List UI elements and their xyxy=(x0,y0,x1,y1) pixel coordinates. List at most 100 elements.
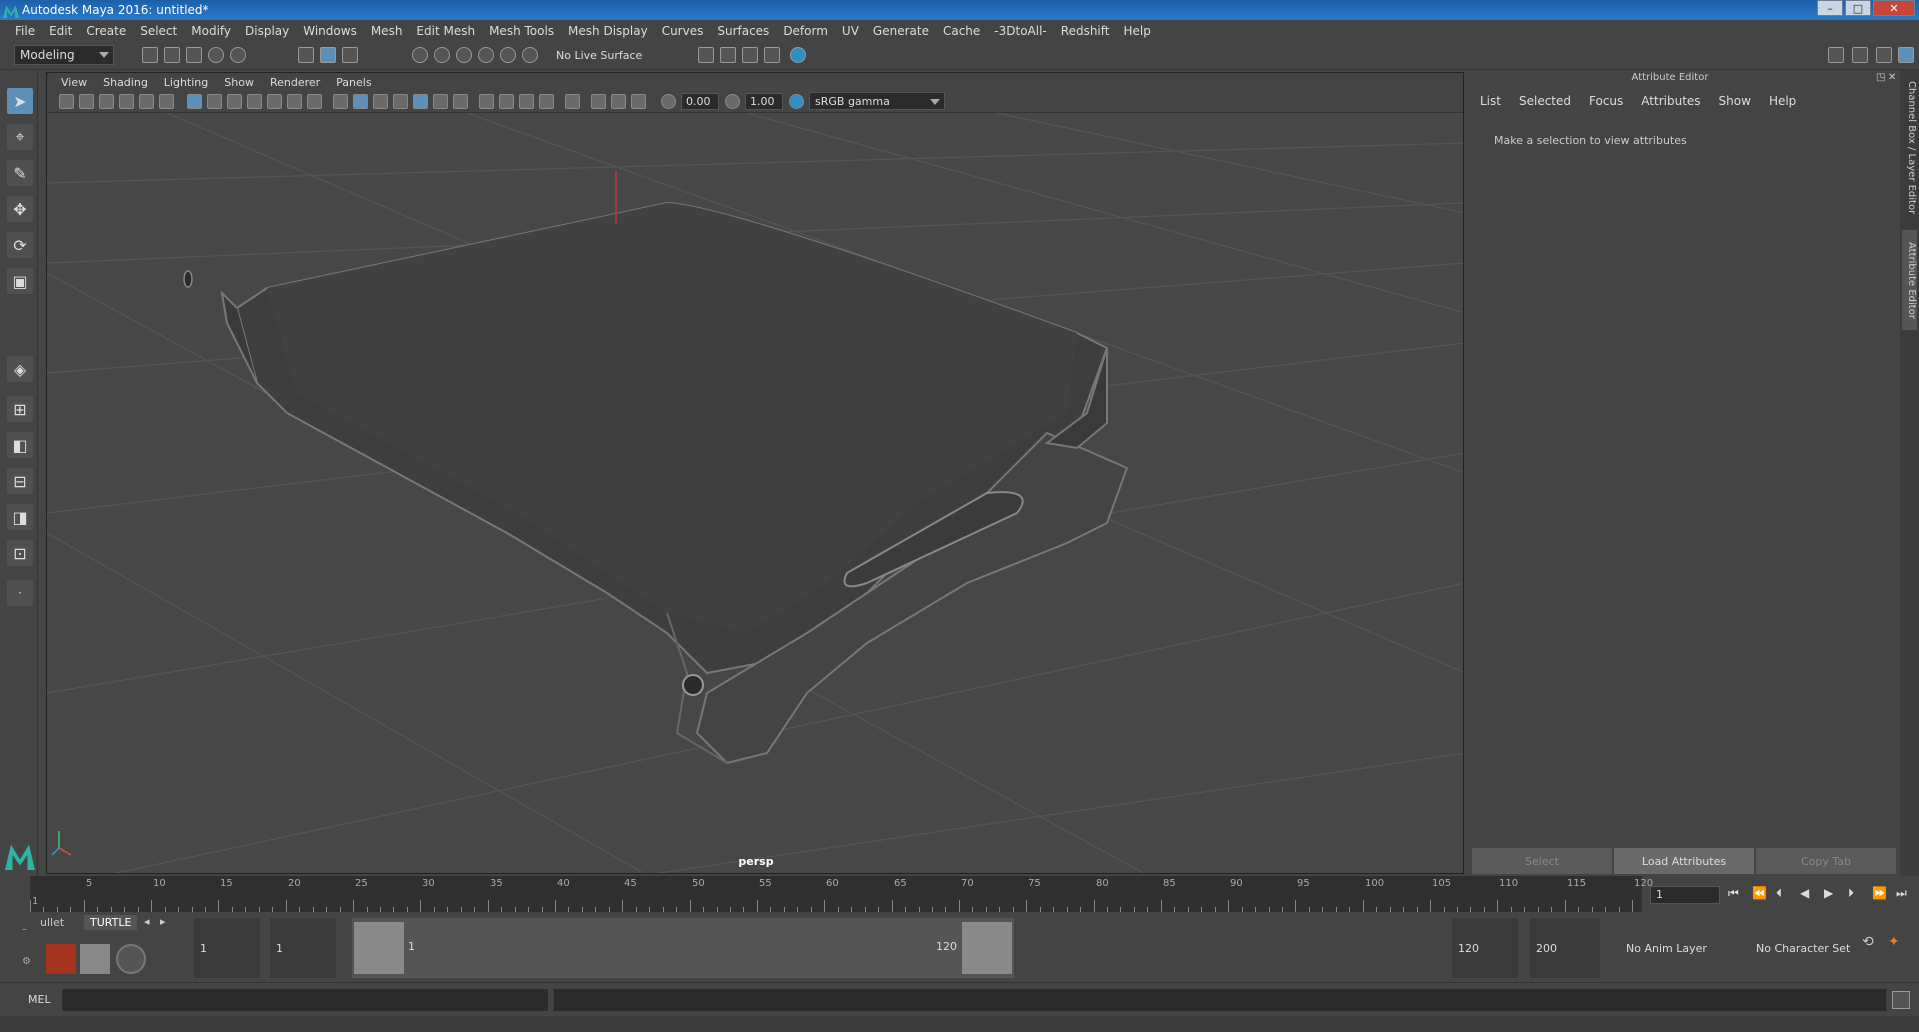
menu-generate[interactable]: Generate xyxy=(866,24,936,38)
menu-display[interactable]: Display xyxy=(238,24,296,38)
film-gate-icon[interactable] xyxy=(207,94,222,109)
attribute-editor-tab[interactable]: Attribute Editor xyxy=(1902,230,1917,330)
snap-magnet-icon[interactable] xyxy=(522,47,538,63)
command-input[interactable] xyxy=(62,989,548,1011)
viewport-menu-show[interactable]: Show xyxy=(216,76,262,89)
live-surface-label[interactable]: No Live Surface xyxy=(556,49,642,62)
menu-edit[interactable]: Edit xyxy=(42,24,79,38)
depth-of-field-icon[interactable] xyxy=(539,94,554,109)
panel-float-icon[interactable]: ◳ xyxy=(1876,72,1885,83)
menu-mesh-display[interactable]: Mesh Display xyxy=(561,24,655,38)
new-scene-icon[interactable] xyxy=(142,47,158,63)
wireframe-icon[interactable] xyxy=(333,94,348,109)
camera-select-icon[interactable] xyxy=(59,94,74,109)
snap-curve-icon[interactable] xyxy=(434,47,450,63)
menu-mesh-tools[interactable]: Mesh Tools xyxy=(482,24,561,38)
hypershade-icon[interactable] xyxy=(764,47,780,63)
safe-title-icon[interactable] xyxy=(307,94,322,109)
attr-tab-attributes[interactable]: Attributes xyxy=(1641,94,1700,108)
scene-start-field[interactable]: 1 xyxy=(194,918,260,978)
grease-pencil-icon[interactable] xyxy=(159,94,174,109)
menu-cache[interactable]: Cache xyxy=(936,24,987,38)
select-by-component-icon[interactable] xyxy=(342,47,358,63)
turtle-surface-shader-icon[interactable] xyxy=(116,944,146,974)
range-end-handle[interactable] xyxy=(962,922,1012,974)
resolution-gate-icon[interactable] xyxy=(227,94,242,109)
menu-surfaces[interactable]: Surfaces xyxy=(710,24,776,38)
menu-redshift[interactable]: Redshift xyxy=(1054,24,1117,38)
viewport-menu-shading[interactable]: Shading xyxy=(95,76,156,89)
gate-mask-icon[interactable] xyxy=(247,94,262,109)
auto-key-icon[interactable]: ⟲ xyxy=(1862,934,1874,950)
attr-tab-focus[interactable]: Focus xyxy=(1589,94,1623,108)
redo-icon[interactable] xyxy=(230,47,246,63)
character-set-dropdown[interactable]: No Character Set xyxy=(1750,918,1872,978)
move-tool-icon[interactable]: ✥ xyxy=(7,196,33,222)
menu-modify[interactable]: Modify xyxy=(184,24,238,38)
undo-icon[interactable] xyxy=(208,47,224,63)
gamma-field[interactable]: 1.00 xyxy=(745,93,783,110)
menu-windows[interactable]: Windows xyxy=(296,24,364,38)
isolate-select-icon[interactable] xyxy=(565,94,580,109)
anti-aliasing-icon[interactable] xyxy=(519,94,534,109)
minimize-button[interactable]: – xyxy=(1817,0,1843,16)
rotate-tool-icon[interactable]: ⟳ xyxy=(7,232,33,258)
modeling-toolkit-icon[interactable] xyxy=(1828,47,1844,63)
wireframe-on-shaded-icon[interactable] xyxy=(393,94,408,109)
step-back-key-icon[interactable]: ⏴ xyxy=(1776,886,1790,902)
ipr-render-icon[interactable] xyxy=(720,47,736,63)
select-by-hierarchy-icon[interactable] xyxy=(298,47,314,63)
xray-icon[interactable] xyxy=(591,94,606,109)
bookmark-icon[interactable] xyxy=(99,94,114,109)
snap-grid-icon[interactable] xyxy=(412,47,428,63)
viewport-menu-view[interactable]: View xyxy=(53,76,95,89)
open-scene-icon[interactable] xyxy=(164,47,180,63)
exposure-field[interactable]: 0.00 xyxy=(681,93,719,110)
persp-outliner-layout-icon[interactable]: ◧ xyxy=(7,432,33,458)
render-current-icon[interactable] xyxy=(698,47,714,63)
load-attributes-button[interactable]: Load Attributes xyxy=(1614,848,1754,874)
menu-select[interactable]: Select xyxy=(133,24,184,38)
attr-tab-show[interactable]: Show xyxy=(1719,94,1751,108)
save-scene-icon[interactable] xyxy=(186,47,202,63)
animation-preferences-icon[interactable]: ✦ xyxy=(1888,934,1900,950)
scale-tool-icon[interactable]: ▣ xyxy=(7,268,33,294)
attribute-editor-toggle-icon[interactable] xyxy=(1852,47,1868,63)
turtle-render-icon[interactable] xyxy=(46,944,76,974)
shelf-scroll-right-icon[interactable]: ▸ xyxy=(160,915,166,928)
view-transform-dropdown[interactable]: sRGB gamma xyxy=(809,92,945,110)
menu-file[interactable]: File xyxy=(8,24,42,38)
copy-tab-button[interactable]: Copy Tab xyxy=(1756,848,1896,874)
grid-toggle-icon[interactable] xyxy=(187,94,202,109)
more-layouts-icon[interactable]: · xyxy=(7,580,33,606)
playback-start-field[interactable]: 1 xyxy=(270,918,336,978)
menu-edit-mesh[interactable]: Edit Mesh xyxy=(409,24,482,38)
attr-tab-help[interactable]: Help xyxy=(1769,94,1796,108)
go-to-start-icon[interactable]: ⏮ xyxy=(1728,886,1742,902)
use-all-lights-icon[interactable] xyxy=(433,94,448,109)
playback-end-field[interactable]: 120 xyxy=(1452,918,1518,978)
play-forwards-icon[interactable]: ▶ xyxy=(1824,886,1838,902)
textured-icon[interactable] xyxy=(413,94,428,109)
range-start-handle[interactable] xyxy=(354,922,404,974)
xray-joints-icon[interactable] xyxy=(631,94,646,109)
outliner-layout-icon[interactable]: ◨ xyxy=(7,504,33,530)
image-plane-icon[interactable] xyxy=(119,94,134,109)
shelf-settings-icon[interactable]: ⚙ xyxy=(22,956,31,967)
two-d-pan-icon[interactable] xyxy=(139,94,154,109)
script-editor-icon[interactable] xyxy=(1892,991,1910,1009)
color-management-icon[interactable] xyxy=(789,94,804,109)
lasso-tool-icon[interactable]: ⌖ xyxy=(7,124,33,150)
step-forward-key-icon[interactable]: ⏵ xyxy=(1848,886,1862,902)
render-settings-icon[interactable] xyxy=(742,47,758,63)
maximize-button[interactable]: □ xyxy=(1845,0,1871,16)
go-to-end-icon[interactable]: ⏭ xyxy=(1896,886,1910,902)
snap-point-icon[interactable] xyxy=(456,47,472,63)
menu-deform[interactable]: Deform xyxy=(776,24,835,38)
shadows-icon[interactable] xyxy=(453,94,468,109)
screen-space-ao-icon[interactable] xyxy=(479,94,494,109)
snap-view-icon[interactable] xyxy=(478,47,494,63)
panel-close-icon[interactable]: ✕ xyxy=(1888,72,1896,83)
select-by-object-icon[interactable] xyxy=(320,47,336,63)
four-view-layout-icon[interactable]: ⊞ xyxy=(7,396,33,422)
